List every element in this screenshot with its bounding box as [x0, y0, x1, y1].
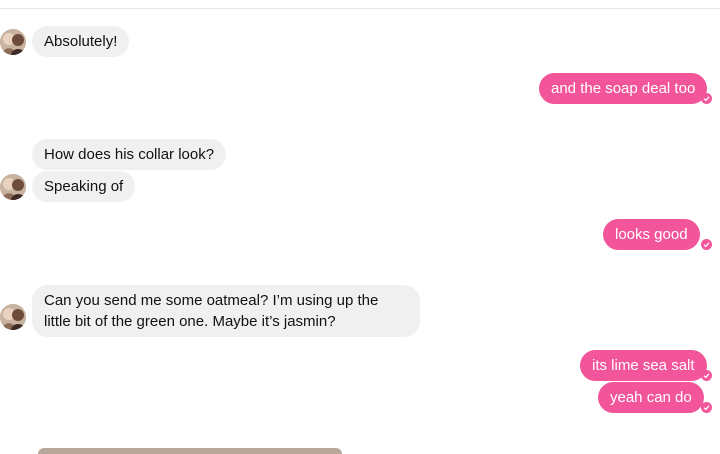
- message-incoming[interactable]: How does his collar look?: [32, 139, 227, 170]
- message-incoming[interactable]: Absolutely!: [32, 26, 130, 57]
- message-thread: Absolutely! and the soap deal too How do…: [0, 0, 720, 454]
- check-circle-icon: [701, 239, 712, 250]
- contact-avatar-icon[interactable]: [0, 174, 26, 200]
- message-outgoing[interactable]: and the soap deal too: [539, 73, 708, 104]
- message-outgoing[interactable]: yeah can do: [598, 382, 704, 413]
- message-outgoing[interactable]: its lime sea salt: [580, 350, 707, 381]
- check-circle-icon: [701, 370, 712, 381]
- message-incoming[interactable]: Can you send me some oatmeal? I’m using …: [32, 285, 420, 337]
- media-attachment-preview[interactable]: [38, 448, 342, 454]
- check-circle-icon: [701, 93, 712, 104]
- contact-avatar-icon[interactable]: [0, 304, 26, 330]
- message-outgoing[interactable]: looks good: [603, 219, 700, 250]
- contact-avatar-icon[interactable]: [0, 29, 26, 55]
- check-circle-icon: [701, 402, 712, 413]
- message-incoming[interactable]: Speaking of: [32, 171, 136, 202]
